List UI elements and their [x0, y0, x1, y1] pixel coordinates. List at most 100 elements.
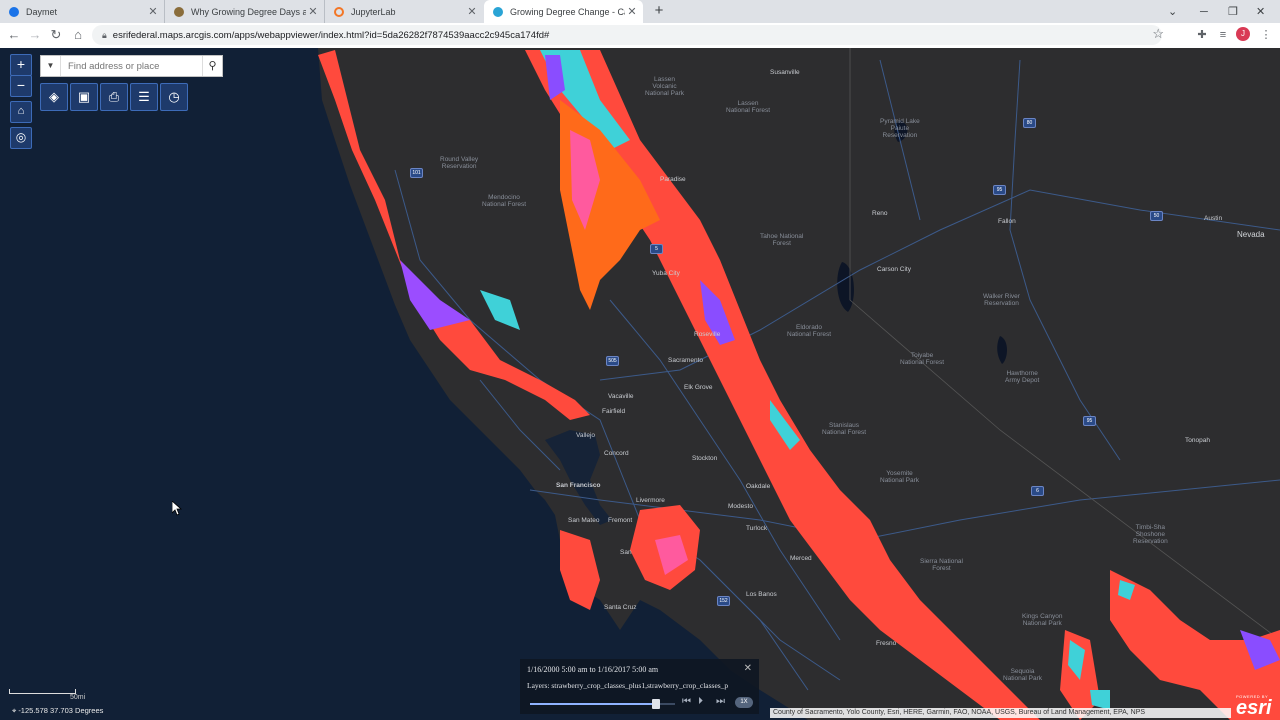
article-favicon-icon — [174, 6, 184, 17]
coordinate-text: -125.578 37.703 Degrees — [18, 706, 104, 715]
zoom-in-button[interactable]: + — [10, 54, 32, 76]
esri-logo[interactable]: POWERED BY esri — [1236, 694, 1272, 718]
jupyter-favicon-icon — [334, 6, 344, 17]
label-turlock: Turlock — [746, 525, 768, 532]
label-fresno: Fresno — [876, 640, 897, 647]
close-tab-icon[interactable]: ✕ — [146, 5, 160, 18]
mouse-cursor-icon — [172, 501, 182, 516]
close-tab-icon[interactable]: ✕ — [625, 5, 639, 18]
tab-search-icon[interactable]: ⌄ — [1168, 0, 1177, 23]
label-vacaville: Vacaville — [608, 393, 634, 400]
new-tab-button[interactable]: + — [651, 3, 667, 19]
next-icon[interactable]: ⏭ — [716, 696, 725, 707]
label-walker-river: Walker River Reservation — [983, 293, 1020, 307]
playback-speed-badge[interactable]: 1X — [735, 697, 753, 708]
time-layers-text: Layers: strawberry_crop_classes_plus1,st… — [527, 681, 729, 690]
layer-list-button[interactable]: ◈ — [40, 83, 68, 111]
tab-growing-degree-change[interactable]: Growing Degree Change - Califo ✕ — [484, 0, 643, 23]
label-modesto: Modesto — [728, 503, 753, 510]
close-tab-icon[interactable]: ✕ — [465, 5, 479, 18]
bookmark-star-icon[interactable]: ☆ — [1152, 26, 1164, 42]
reading-list-icon[interactable]: ≡ — [1215, 27, 1231, 43]
extensions-icon[interactable]: ✚ — [1194, 27, 1210, 43]
layers-icon: ◈ — [49, 89, 59, 104]
close-tab-icon[interactable]: ✕ — [306, 5, 320, 18]
highway-6-shield: 6 — [1031, 486, 1044, 496]
legend-button[interactable]: ☰ — [130, 83, 158, 111]
label-tonopah: Tonopah — [1185, 437, 1210, 444]
label-sierra-nf: Sierra National Forest — [920, 558, 963, 572]
label-merced: Merced — [790, 555, 812, 562]
arcgis-favicon-icon — [493, 6, 503, 17]
play-icon[interactable]: ⏵ — [698, 696, 703, 707]
time-slider-panel: 1/16/2000 5:00 am to 1/16/2017 5:00 am ✕… — [520, 659, 759, 714]
scale-label: 50mi — [70, 694, 86, 701]
previous-icon[interactable]: ⏮ — [682, 696, 691, 707]
profile-avatar[interactable]: J — [1236, 27, 1250, 41]
menu-icon[interactable]: ⋮ — [1258, 27, 1274, 43]
daymet-favicon-icon — [9, 6, 19, 17]
tab-daymet[interactable]: Daymet ✕ — [0, 0, 165, 23]
home-icon[interactable]: ⌂ — [70, 27, 86, 43]
search-source-dropdown[interactable]: ▼ — [41, 56, 61, 76]
label-paradise: Paradise — [660, 176, 686, 183]
label-reno: Reno — [872, 210, 888, 217]
tab-title: JupyterLab — [351, 6, 396, 17]
print-button[interactable]: ⎙ — [100, 83, 128, 111]
highway-95-shield: 95 — [993, 185, 1006, 195]
tab-growing-degree-days[interactable]: Why Growing Degree Days are C ✕ — [165, 0, 325, 23]
home-extent-button[interactable]: ⌂ — [10, 101, 32, 123]
locate-icon: ◎ — [15, 130, 27, 144]
basemap-gallery-button[interactable]: ▣ — [70, 83, 98, 111]
maximize-icon[interactable]: ❐ — [1228, 0, 1238, 23]
highway-5-shield: 5 — [650, 244, 663, 254]
tab-title: Growing Degree Change - Califo — [510, 6, 625, 17]
label-elk-grove: Elk Grove — [684, 384, 713, 391]
label-vallejo: Vallejo — [576, 432, 596, 439]
label-round-valley: Round Valley Reservation — [440, 156, 479, 170]
highway-95b-shield: 95 — [1083, 416, 1096, 426]
label-tahoe-nf: Tahoe National Forest — [760, 233, 804, 247]
search-button[interactable]: ⚲ — [202, 56, 222, 76]
tab-bar: Daymet ✕ Why Growing Degree Days are C ✕… — [0, 0, 1280, 23]
label-pyramid-lake: Pyramid Lake Paiute Reservation — [880, 118, 920, 139]
label-carson-city: Carson City — [877, 266, 911, 273]
label-san-francisco: San Francisco — [556, 482, 601, 489]
time-slider-fill — [530, 703, 657, 705]
reload-icon[interactable]: ↻ — [48, 27, 64, 43]
label-eldorado: Eldorado National Forest — [787, 324, 832, 338]
clock-icon: ◷ — [168, 89, 180, 104]
locate-button[interactable]: ◎ — [10, 127, 32, 149]
highway-80-shield: 80 — [1023, 118, 1036, 128]
search-input[interactable] — [61, 56, 202, 76]
label-oakdale: Oakdale — [746, 483, 771, 490]
label-fairfield: Fairfield — [602, 408, 626, 415]
scale-bar — [9, 689, 76, 694]
coordinate-readout: ⌖ -125.578 37.703 Degrees — [12, 706, 103, 716]
time-range-text: 1/16/2000 5:00 am to 1/16/2017 5:00 am — [527, 665, 659, 674]
close-icon[interactable]: ✕ — [744, 663, 752, 674]
highway-101-shield: 101 — [410, 168, 423, 178]
label-los-banos: Los Banos — [746, 591, 777, 598]
map-basemap — [318, 48, 1280, 720]
tab-jupyterlab[interactable]: JupyterLab ✕ — [325, 0, 483, 23]
label-toiyabe: Toiyabe National Forest — [900, 352, 945, 366]
label-yuba-city: Yuba City — [652, 270, 680, 277]
zoom-out-button[interactable]: − — [10, 75, 32, 97]
tab-title: Daymet — [26, 6, 58, 17]
label-fallon: Fallon — [998, 218, 1016, 225]
time-slider-button[interactable]: ◷ — [160, 83, 188, 111]
time-slider-thumb[interactable] — [652, 699, 661, 709]
close-window-icon[interactable]: ✕ — [1256, 0, 1265, 23]
label-kings-canyon: Kings Canyon National Park — [1022, 613, 1063, 627]
home-icon: ⌂ — [17, 105, 25, 117]
label-susanville: Susanville — [770, 69, 800, 76]
omnibox[interactable]: 🔒︎ esrifederal.maps.arcgis.com/apps/weba… — [92, 25, 1164, 45]
forward-icon[interactable]: → — [27, 27, 43, 43]
back-icon[interactable]: ← — [6, 27, 22, 43]
map-view[interactable]: Lassen Volcanic National Park Susanville L… — [0, 48, 1280, 720]
lock-icon: 🔒︎ — [102, 29, 107, 40]
label-timbi-sha: Timbi-Sha Shoshone Reservation — [1133, 524, 1168, 545]
minimize-icon[interactable]: ─ — [1200, 0, 1208, 23]
time-slider-track[interactable] — [530, 699, 675, 709]
